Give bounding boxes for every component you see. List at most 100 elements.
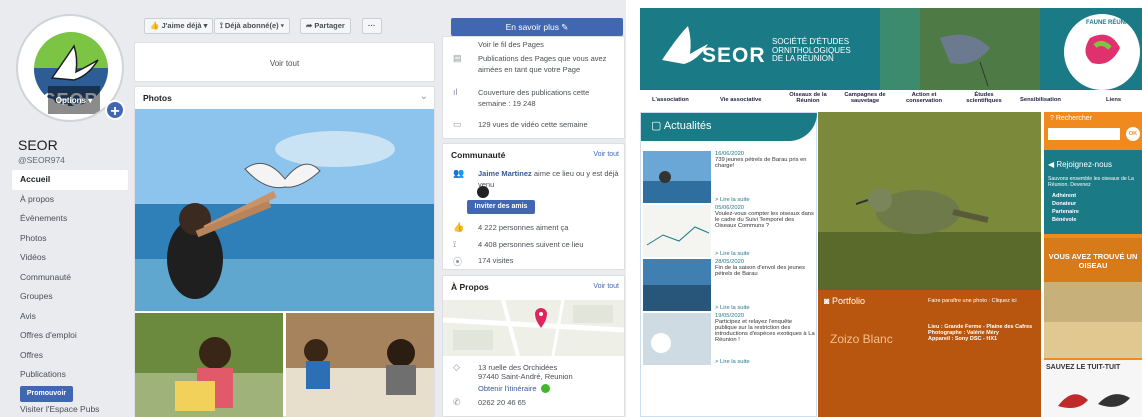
site-nav-action[interactable]: Action et conservation	[902, 92, 946, 104]
site-nav-vie-associative[interactable]: Vie associative	[720, 97, 761, 103]
nav-item-videos[interactable]: Vidéos	[12, 248, 128, 268]
share-button[interactable]: ➦ Partager	[300, 18, 351, 34]
document-icon: ▢	[651, 120, 664, 132]
photo-illustration	[135, 109, 434, 311]
site-nav-campagnes[interactable]: Campagnes de sauvetage	[840, 92, 890, 104]
add-icon[interactable]: +	[105, 100, 125, 120]
join-title-text: Rejoignez-nous	[1056, 160, 1112, 169]
like-button[interactable]: 👍 J'aime déjà ▾	[144, 18, 214, 34]
nav-item-offres[interactable]: Offres	[12, 346, 128, 366]
friend-avatar[interactable]	[477, 186, 489, 198]
nav-item-groupes[interactable]: Groupes	[12, 287, 128, 307]
phone-number[interactable]: 0262 20 46 65	[478, 397, 526, 408]
join-text: Sauvons ensemble les oiseaux de La Réuni…	[1048, 176, 1134, 188]
likes-count: 4 222 personnes aiment ça	[478, 223, 569, 232]
search-input[interactable]	[1048, 128, 1120, 140]
join-adherent[interactable]: Adhérent	[1052, 192, 1079, 200]
video-text: 129 vues de vidéo cette semaine	[478, 120, 588, 129]
portfolio-title-text: Portfolio	[831, 296, 865, 306]
found-bird-box[interactable]: VOUS AVEZ TROUVÉ UN OISEAU	[1044, 238, 1142, 358]
insights-card: Voir le fil des Pages ▤ Publications des …	[442, 36, 625, 139]
location-map[interactable]	[443, 300, 624, 356]
photos-card: Photos ⌄	[134, 86, 435, 417]
news-thumb	[643, 205, 711, 257]
site-logo[interactable]: SEOR	[702, 44, 766, 68]
save-tuit-text: SAUVEZ LE TUIT-TUIT	[1046, 364, 1121, 371]
submit-photo-link[interactable]: Faire paraître une photo : Cliquez ici	[928, 298, 1017, 304]
nav-item-a-propos[interactable]: À propos	[12, 190, 128, 210]
nav-item-publications[interactable]: Publications	[12, 365, 128, 385]
about-card: À Propos Voir tout ◇ 13 ruelle des Orchid…	[442, 275, 625, 417]
chevron-down-icon[interactable]: ⌄	[420, 91, 428, 102]
map-illustration	[443, 300, 624, 356]
featured-bird-photo[interactable]	[818, 112, 1041, 290]
nav-item-avis[interactable]: Avis	[12, 307, 128, 327]
photo-workshop[interactable]	[286, 313, 434, 417]
news-desc: Voulez-vous compter les oiseaux dans le …	[715, 211, 814, 229]
site-nav-association[interactable]: L'association	[652, 97, 689, 103]
site-nav-sensibilisation[interactable]: Sensibilisation	[1020, 97, 1061, 103]
see-all-link[interactable]: Voir tout	[134, 42, 435, 82]
chart-icon: ıl	[453, 87, 458, 97]
document-icon: ▤	[453, 53, 462, 63]
facebook-sidebar: SEOR Options ▾ + SEOR @SEOR974 Accueil À…	[10, 0, 128, 417]
follows-count: 4 408 personnes suivent ce lieu	[478, 240, 584, 249]
directions-icon: ◇	[453, 362, 460, 372]
news-item[interactable]: 28/05/2020 Fin de la saison d'envol des …	[641, 259, 817, 315]
save-tuit-box[interactable]: SAUVEZ LE TUIT-TUIT	[1044, 360, 1142, 417]
page-handle: @SEOR974	[18, 155, 65, 165]
site-nav-etudes[interactable]: Études scientifiques	[962, 92, 1006, 104]
visit-ads-link[interactable]: Visiter l'Espace Pubs	[20, 404, 99, 414]
nav-item-photos[interactable]: Photos	[12, 229, 128, 249]
site-nav-liens[interactable]: Liens	[1106, 97, 1121, 103]
nav-item-evenements[interactable]: Évènements	[12, 209, 128, 229]
read-more-link[interactable]: > Lire la suite	[715, 197, 750, 203]
news-title-text: Actualités	[663, 120, 712, 132]
news-desc: Participez et relayez l'enquête publique…	[715, 319, 815, 343]
site-nav-oiseaux[interactable]: Oiseaux de la Réunion	[788, 92, 828, 104]
portfolio-title: ◙ Portfolio	[824, 296, 865, 306]
pages-text: Publications des Pages que vous avez aim…	[478, 54, 607, 74]
thumbs-up-icon: 👍	[453, 222, 465, 232]
community-see-all[interactable]: Voir tout	[593, 151, 619, 158]
visits-count: 174 visites	[478, 256, 514, 265]
promote-button[interactable]: Promouvoir	[20, 386, 73, 402]
address-line2: 97440 Saint-André, Reunion	[478, 372, 573, 381]
more-button[interactable]: ···	[362, 18, 382, 34]
nav-item-communaute[interactable]: Communauté	[12, 268, 128, 288]
photo-boy-releasing-bird[interactable]	[135, 109, 434, 311]
photos-title: Photos	[143, 93, 172, 103]
news-item[interactable]: 05/06/2020 Voulez-vous compter les oisea…	[641, 205, 817, 261]
thumbs-up-icon: 👍	[150, 21, 162, 30]
read-more-link[interactable]: > Lire la suite	[715, 305, 750, 311]
check-icon	[541, 384, 550, 393]
about-see-all[interactable]: Voir tout	[593, 283, 619, 290]
portfolio-banner: ◙ Portfolio Faire paraître une photo : C…	[818, 290, 1041, 417]
news-item[interactable]: 16/06/2020 739 jeunes pétrels de Barau p…	[641, 151, 817, 207]
nav-item-offres-emploi[interactable]: Offres d'emploi	[12, 326, 128, 346]
search-ok-button[interactable]: OK	[1126, 127, 1140, 141]
join-donateur[interactable]: Donateur	[1052, 200, 1079, 208]
feed-link: Voir le fil des Pages	[478, 40, 544, 49]
join-partenaire[interactable]: Partenaire	[1052, 208, 1079, 216]
friend-name[interactable]: Jaime Martinez	[478, 169, 532, 178]
found-bird-illustration	[1044, 282, 1142, 358]
join-benevole[interactable]: Bénévole	[1052, 216, 1079, 224]
news-item[interactable]: 19/05/2020 Participez et relayez l'enquê…	[641, 313, 817, 369]
read-more-link[interactable]: > Lire la suite	[715, 359, 750, 365]
photo-girl-drawing[interactable]	[135, 313, 283, 417]
follow-button[interactable]: ⟟ Déjà abonné(e) ▾	[214, 18, 290, 34]
invite-friends-button[interactable]: Inviter des amis	[467, 200, 535, 214]
video-icon: ▭	[453, 119, 462, 129]
like-label: J'aime déjà ▾	[161, 21, 208, 30]
learn-more-button[interactable]: En savoir plus ✎	[451, 18, 623, 36]
news-desc: Fin de la saison d'envol des jeunes pétr…	[715, 265, 806, 277]
read-more-link[interactable]: > Lire la suite	[715, 251, 750, 257]
avatar-options-button[interactable]: Options ▾	[48, 86, 100, 114]
subtitle-line: DE LA RÉUNION	[772, 54, 834, 63]
faune-reunion-badge[interactable]: FAUNE RÉUNION	[1086, 20, 1136, 26]
nav-item-accueil[interactable]: Accueil	[12, 170, 128, 190]
found-bird-text: VOUS AVEZ TROUVÉ UN OISEAU	[1048, 252, 1138, 270]
photo-info: Lieu : Grande Ferme - Plaine des Cafres …	[928, 324, 1038, 342]
directions-link[interactable]: Obtenir l'itinéraire	[478, 383, 537, 394]
